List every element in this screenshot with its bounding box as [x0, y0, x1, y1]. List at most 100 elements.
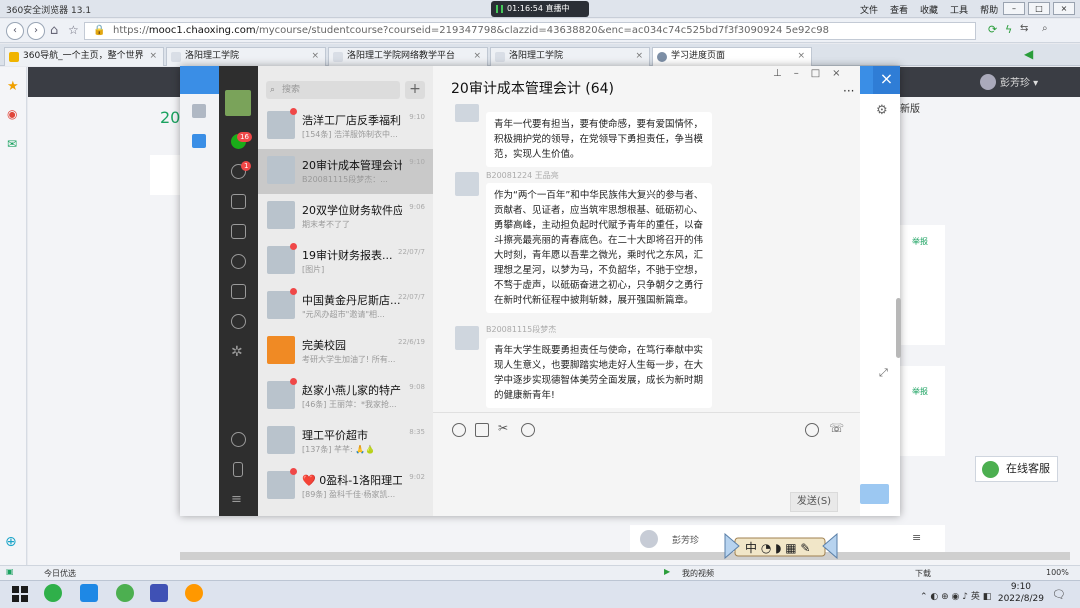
minimize-button[interactable]: –: [1003, 2, 1025, 15]
butterfly-icon[interactable]: [231, 284, 246, 299]
shopping-icon[interactable]: ▣: [6, 567, 14, 576]
modal-close-button[interactable]: ×: [873, 66, 900, 94]
conversation-item[interactable]: 20审计成本管理会计 B20081115段梦杰：... 9:10: [258, 149, 433, 194]
windows-start-icon[interactable]: [12, 586, 28, 602]
search-input[interactable]: ⌕ 搜索: [266, 81, 400, 99]
forward-button[interactable]: ›: [27, 22, 45, 40]
menu-favorites[interactable]: 收藏: [920, 3, 938, 16]
emoji-icon[interactable]: [452, 423, 466, 437]
window-controls: – □ ×: [1003, 2, 1075, 15]
back-button[interactable]: ‹: [6, 22, 24, 40]
tab-360-nav[interactable]: 360导航_一个主页，整个世界 ×: [4, 47, 164, 66]
wechat-icon[interactable]: [44, 584, 62, 602]
menu-icon[interactable]: ≡: [231, 492, 246, 507]
app-icon[interactable]: [150, 584, 168, 602]
settings-icon[interactable]: ⚙: [876, 103, 888, 118]
search-icon[interactable]: ⌕: [1042, 23, 1048, 34]
user-menu[interactable]: 彭芳珍 ▾: [980, 74, 1038, 90]
conversation-item[interactable]: ❤️ 0盈科-1洛阳理工... [89条] 盈科千佳·杨家凯... 9:02: [258, 464, 433, 509]
task-icon[interactable]: [192, 134, 206, 148]
weibo-icon[interactable]: ◉: [7, 107, 17, 121]
close-window-button[interactable]: ×: [1053, 2, 1075, 15]
tab-label: 360导航_一个主页，整个世界: [23, 51, 144, 61]
conversation-item[interactable]: 19审计财务报表... [图片] 22/07/7: [258, 239, 433, 284]
online-service-button[interactable]: 在线客服: [975, 456, 1058, 482]
close-icon[interactable]: ×: [311, 48, 319, 65]
maximize-icon[interactable]: □: [811, 68, 820, 79]
close-icon[interactable]: ×: [149, 48, 157, 65]
menu-help[interactable]: 帮助: [980, 3, 998, 16]
today-picks[interactable]: 今日优选: [44, 568, 76, 579]
lightning-icon[interactable]: ϟ: [1005, 23, 1012, 36]
zoom-level[interactable]: 100%: [1046, 568, 1069, 577]
expand-icon[interactable]: ⤢: [879, 366, 888, 380]
pin-icon[interactable]: ⊥: [773, 68, 782, 79]
chat-scrollbar[interactable]: [896, 298, 901, 358]
conversation-item[interactable]: 20双学位财务软件应用期末考不了了 9:06: [258, 194, 433, 239]
refresh-icon[interactable]: ⟳: [988, 23, 997, 36]
new-chat-button[interactable]: +: [405, 81, 425, 99]
switch-icon[interactable]: ⇆: [1020, 23, 1028, 34]
tray-icons[interactable]: ⌃ ◐ ⊕ ◉ ♪ 英 ◧: [920, 589, 991, 602]
tab-lyit-2[interactable]: 洛阳理工学院 ×: [490, 47, 650, 66]
my-videos[interactable]: 我的视频: [682, 568, 714, 579]
live-indicator[interactable]: 01:16:54 直播中: [491, 1, 589, 17]
menu-tools[interactable]: 工具: [950, 3, 968, 16]
mini-program-icon[interactable]: [231, 432, 246, 447]
my-avatar[interactable]: [225, 90, 251, 116]
conversation-item[interactable]: 完美校园 考研大学生加油了! 所有... 22/6/19: [258, 329, 433, 374]
assist-icon[interactable]: ⊕: [5, 534, 17, 550]
download-link[interactable]: 下载: [915, 568, 931, 579]
tab-bar: 360导航_一个主页，整个世界 × 洛阳理工学院 × 洛阳理工学院网络教学平台 × 洛…: [0, 44, 1080, 66]
chaoxing-icon[interactable]: [185, 584, 203, 602]
send-button[interactable]: 发送(S): [790, 492, 838, 512]
close-icon[interactable]: ×: [635, 48, 643, 65]
report-link[interactable]: 举报: [912, 236, 928, 247]
notification-icon[interactable]: 🗨: [1052, 588, 1066, 601]
gear-icon[interactable]: [231, 254, 246, 269]
conversation-item[interactable]: 浩洋工厂店反季福利... [154条] 浩洋服饰制衣中... 9:10: [258, 104, 433, 149]
maximize-button[interactable]: □: [1028, 2, 1050, 15]
sparkle-icon[interactable]: ✲: [231, 344, 246, 360]
conversation-item[interactable]: 赵家小燕儿家的特产 [46条] 王丽萍：*我家抢... 9:08: [258, 374, 433, 419]
conversation-item[interactable]: 理工平价超市 [137条] 芊芊: 🙏🍐 8:35: [258, 419, 433, 464]
mail-icon[interactable]: ✉: [7, 137, 17, 151]
aperture-icon[interactable]: [231, 314, 246, 329]
folder-icon[interactable]: [231, 224, 246, 239]
feishu-icon[interactable]: [80, 584, 98, 602]
more-icon[interactable]: ···: [843, 84, 854, 98]
url-input[interactable]: 🔒 https://mooc1.chaoxing.com/mycourse/st…: [84, 22, 976, 40]
close-icon[interactable]: ×: [473, 48, 481, 65]
video-icon[interactable]: ▶: [664, 567, 670, 576]
home-icon[interactable]: ⌂: [50, 23, 58, 38]
star-icon[interactable]: ☆: [68, 23, 79, 37]
browser-360-icon[interactable]: [116, 584, 134, 602]
phone-icon[interactable]: [233, 462, 243, 477]
chat-bubble-icon[interactable]: [521, 423, 535, 437]
undo-icon[interactable]: ◀: [1024, 47, 1033, 61]
close-icon[interactable]: ×: [797, 48, 805, 65]
conversation-item[interactable]: 中国黄金丹尼斯店... "元风办超市"邀请"相... 22/07/7: [258, 284, 433, 329]
record-icon[interactable]: [805, 423, 819, 437]
menu-view[interactable]: 查看: [890, 3, 908, 16]
edition-label[interactable]: 新版: [900, 100, 928, 130]
system-clock[interactable]: 9:10 2022/8/29: [998, 581, 1044, 605]
folder-icon[interactable]: [475, 423, 489, 437]
close-icon[interactable]: ×: [832, 68, 840, 79]
clock-time: 9:10: [1010, 582, 1032, 592]
scissors-icon[interactable]: ✂: [498, 421, 512, 435]
submit-button-partial[interactable]: [860, 484, 889, 504]
avatar: [455, 104, 479, 122]
minimize-icon[interactable]: –: [794, 68, 799, 79]
menu-icon[interactable]: ≡: [912, 531, 921, 544]
tab-progress[interactable]: 学习进度页面 ×: [652, 47, 812, 66]
report-link[interactable]: 举报: [912, 386, 928, 397]
cube-icon[interactable]: [231, 194, 246, 209]
tab-lyit-1[interactable]: 洛阳理工学院 ×: [166, 47, 326, 66]
star-icon[interactable]: ★: [7, 79, 19, 94]
call-icon[interactable]: ☏: [829, 421, 844, 435]
menu-file[interactable]: 文件: [860, 3, 878, 16]
horizontal-scrollbar[interactable]: [180, 552, 1070, 560]
tab-lyit-platform[interactable]: 洛阳理工学院网络教学平台 ×: [328, 47, 488, 66]
home-icon[interactable]: [192, 104, 206, 118]
